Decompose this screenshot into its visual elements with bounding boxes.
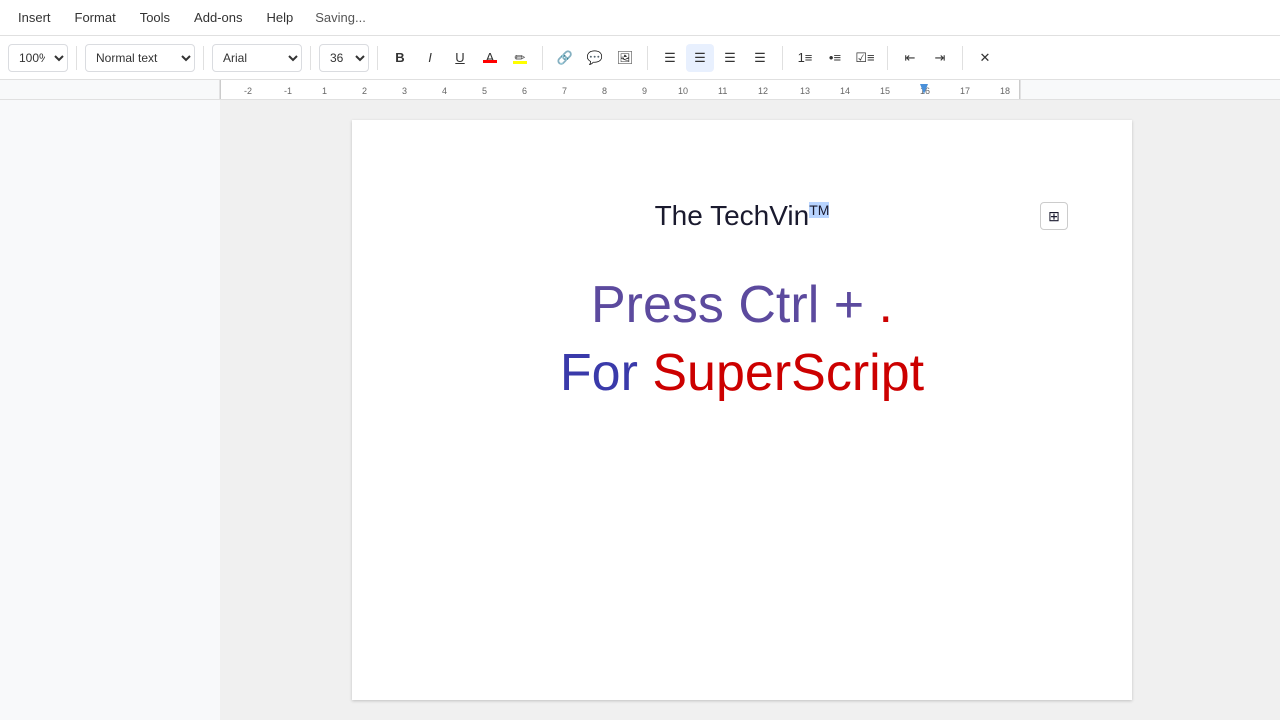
checklist-button[interactable]: ☑≡ [851, 44, 879, 72]
svg-text:14: 14 [840, 86, 850, 96]
divider-3 [310, 46, 311, 70]
align-justify-button[interactable]: ☰ [746, 44, 774, 72]
highlight-icon: ✏ [515, 50, 526, 66]
svg-text:-2: -2 [244, 86, 252, 96]
menu-item-format[interactable]: Format [65, 6, 126, 29]
svg-text:4: 4 [442, 86, 447, 96]
toolbar: 100% 75% 50% Normal text Heading 1 Headi… [0, 36, 1280, 80]
indent-increase-button[interactable]: ⇥ [926, 44, 954, 72]
subtitle-line2: For SuperScript [452, 340, 1032, 408]
svg-text:18: 18 [1000, 86, 1010, 96]
align-left-button[interactable]: ☰ [656, 44, 684, 72]
subtitle-line1: Press Ctrl + . [452, 272, 1032, 340]
ruler: -2 -1 1 2 3 4 5 6 7 8 9 10 11 12 13 14 1… [0, 80, 1280, 100]
divider-6 [647, 46, 648, 70]
zoom-group: 100% 75% 50% [8, 44, 68, 72]
font-size-select[interactable]: 36 12 14 18 24 [319, 44, 369, 72]
svg-text:15: 15 [880, 86, 890, 96]
float-action-button[interactable]: ⊞ [1040, 202, 1068, 230]
svg-text:8: 8 [602, 86, 607, 96]
style-group: Normal text Heading 1 Heading 2 [85, 44, 195, 72]
underline-button[interactable]: U [446, 44, 474, 72]
divider-5 [542, 46, 543, 70]
svg-text:1: 1 [322, 86, 327, 96]
word-ctrl: Ctrl [738, 276, 833, 334]
menu-item-addons[interactable]: Add-ons [184, 6, 252, 29]
sidebar-left [0, 100, 220, 720]
saving-status: Saving... [315, 10, 366, 25]
link-button[interactable]: 🔗 [551, 44, 579, 72]
word-for: For [560, 344, 652, 402]
clear-formatting-button[interactable]: ✕ [971, 44, 999, 72]
image-button[interactable]: 🖼 [611, 44, 639, 72]
size-group: 36 12 14 18 24 [319, 44, 369, 72]
sidebar-right [1264, 100, 1280, 720]
insert-buttons: 🔗 💬 🖼 [551, 44, 639, 72]
svg-text:3: 3 [402, 86, 407, 96]
svg-text:13: 13 [800, 86, 810, 96]
bulleted-list-button[interactable]: •≡ [821, 44, 849, 72]
word-dot: . [879, 276, 893, 334]
svg-text:-1: -1 [284, 86, 292, 96]
font-color-bar [483, 60, 497, 63]
divider-1 [76, 46, 77, 70]
svg-text:2: 2 [362, 86, 367, 96]
svg-text:17: 17 [960, 86, 970, 96]
indent-decrease-button[interactable]: ⇤ [896, 44, 924, 72]
list-buttons: 1≡ •≡ ☑≡ [791, 44, 879, 72]
numbered-list-button[interactable]: 1≡ [791, 44, 819, 72]
align-buttons: ☰ ☰ ☰ ☰ [656, 44, 774, 72]
menu-bar: Insert Format Tools Add-ons Help Saving.… [0, 0, 1280, 36]
word-press: Press [591, 276, 738, 334]
title-text-prefix: The TechVin [655, 200, 810, 231]
word-script: Script [791, 344, 924, 402]
svg-text:5: 5 [482, 86, 487, 96]
divider-2 [203, 46, 204, 70]
font-select[interactable]: Arial Times New Roman Courier New [212, 44, 302, 72]
title-tm-text: TM [809, 202, 829, 218]
divider-4 [377, 46, 378, 70]
zoom-select[interactable]: 100% 75% 50% [8, 44, 68, 72]
comment-button[interactable]: 💬 [581, 44, 609, 72]
menu-item-tools[interactable]: Tools [130, 6, 180, 29]
font-group: Arial Times New Roman Courier New [212, 44, 302, 72]
divider-9 [962, 46, 963, 70]
svg-text:9: 9 [642, 86, 647, 96]
menu-item-help[interactable]: Help [256, 6, 303, 29]
ruler-svg: -2 -1 1 2 3 4 5 6 7 8 9 10 11 12 13 14 1… [0, 80, 1280, 100]
paragraph-style-select[interactable]: Normal text Heading 1 Heading 2 [85, 44, 195, 72]
document-subtitle: Press Ctrl + . For SuperScript [452, 272, 1032, 407]
format-buttons: B I U A ✏ [386, 44, 534, 72]
divider-7 [782, 46, 783, 70]
word-super: Super [652, 344, 791, 402]
align-right-button[interactable]: ☰ [716, 44, 744, 72]
main-area: The TechVinTM ⊞ Press Ctrl + . For Super… [0, 100, 1280, 720]
svg-text:7: 7 [562, 86, 567, 96]
highlight-button[interactable]: ✏ [506, 44, 534, 72]
align-center-button[interactable]: ☰ [686, 44, 714, 72]
font-color-button[interactable]: A [476, 44, 504, 72]
divider-8 [887, 46, 888, 70]
document-container[interactable]: The TechVinTM ⊞ Press Ctrl + . For Super… [220, 100, 1264, 720]
svg-text:10: 10 [678, 86, 688, 96]
svg-text:6: 6 [522, 86, 527, 96]
highlight-color-bar [513, 61, 527, 64]
indent-buttons: ⇤ ⇥ [896, 44, 954, 72]
italic-button[interactable]: I [416, 44, 444, 72]
word-plus: + [834, 276, 879, 334]
document-title: The TechVinTM ⊞ [452, 200, 1032, 232]
menu-item-insert[interactable]: Insert [8, 6, 61, 29]
svg-text:11: 11 [718, 86, 727, 96]
svg-text:12: 12 [758, 86, 768, 96]
font-color-icon: A [486, 50, 495, 65]
bold-button[interactable]: B [386, 44, 414, 72]
document[interactable]: The TechVinTM ⊞ Press Ctrl + . For Super… [352, 120, 1132, 700]
